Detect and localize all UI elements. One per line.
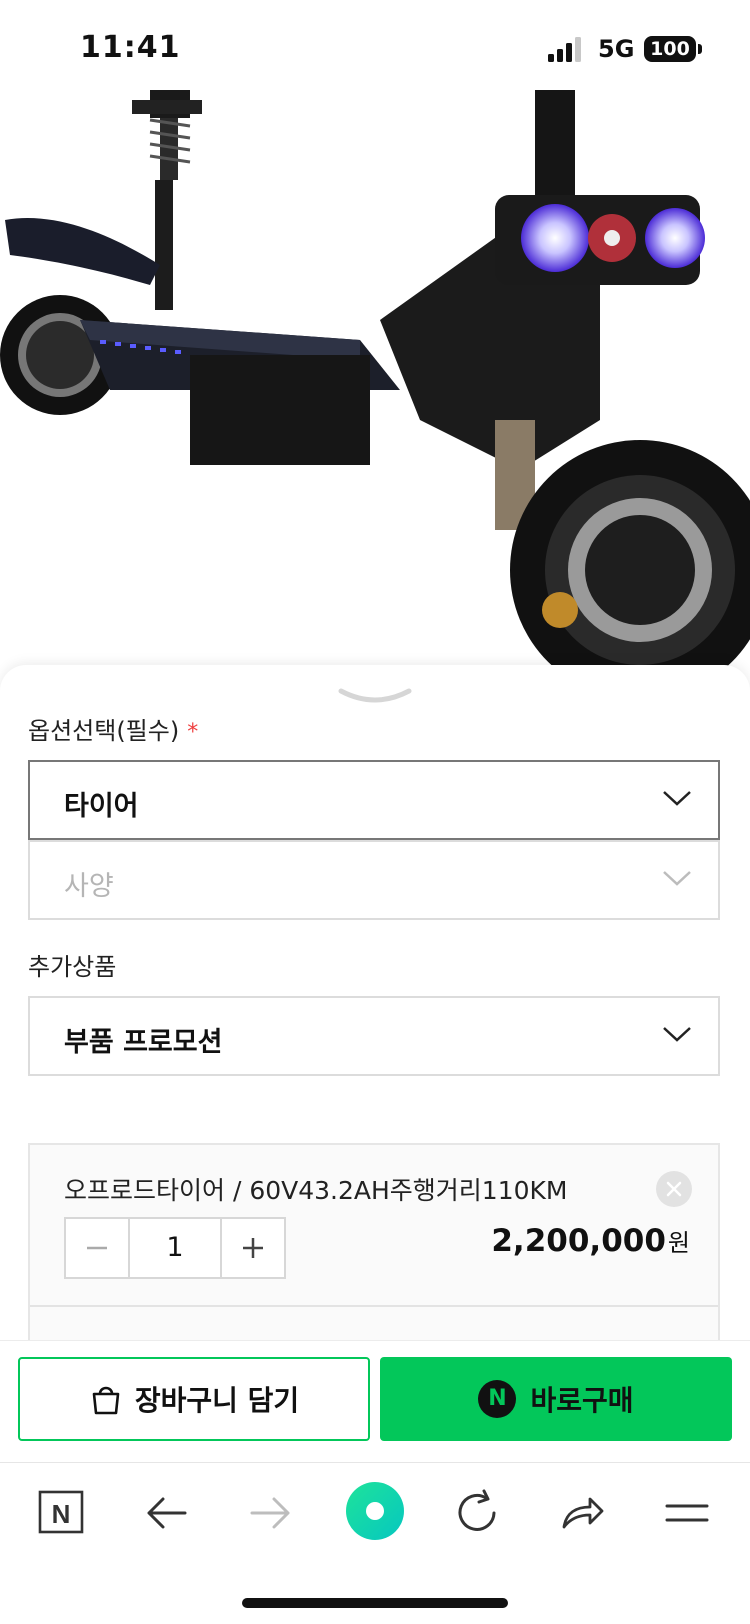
menu-button[interactable] — [657, 1483, 717, 1543]
increase-quantity-button[interactable] — [222, 1219, 284, 1277]
shopping-bag-icon — [92, 1386, 120, 1415]
chevron-down-icon — [663, 871, 691, 886]
back-button[interactable] — [137, 1483, 197, 1543]
battery-icon: 100 — [644, 36, 696, 62]
item-price-currency: 원 — [667, 1229, 690, 1257]
naver-home-button[interactable]: N — [32, 1483, 92, 1543]
naver-home-icon: N — [38, 1490, 84, 1534]
minus-icon — [87, 1246, 107, 1250]
option-select-tire-value: 타이어 — [64, 791, 139, 822]
home-indicator[interactable] — [242, 1598, 508, 1608]
battery-level: 100 — [650, 38, 690, 60]
option-select-tire[interactable]: 타이어 — [28, 760, 720, 840]
network-type: 5G — [598, 35, 635, 63]
refresh-button[interactable] — [448, 1483, 508, 1543]
decrease-quantity-button[interactable] — [66, 1219, 128, 1277]
plus-icon — [243, 1238, 263, 1258]
arrow-right-icon — [250, 1497, 290, 1529]
naver-home-badge: N — [52, 1499, 71, 1529]
chevron-down-icon — [663, 791, 691, 806]
green-dot-icon — [346, 1482, 404, 1540]
option-label-row: 옵션선택(필수) * — [28, 711, 198, 746]
browser-toolbar: N — [0, 1462, 750, 1624]
option-select-spec[interactable]: 사양 — [28, 840, 720, 920]
addon-label: 추가상품 — [28, 953, 117, 981]
refresh-icon — [458, 1489, 496, 1531]
item-divider — [30, 1305, 718, 1307]
option-label: 옵션선택(필수) — [28, 717, 180, 745]
green-dot-button[interactable] — [343, 1479, 407, 1543]
option-sheet: 옵션선택(필수) * 타이어 사양 추가상품 부품 프로모션 오프로드타이어 / … — [0, 665, 750, 1363]
buy-now-label: 바로구매 — [530, 1384, 634, 1417]
purchase-action-bar: 장바구니 담기 N 바로구매 — [0, 1340, 750, 1463]
chevron-down-icon — [663, 1027, 691, 1042]
buy-now-button[interactable]: N 바로구매 — [380, 1357, 732, 1441]
add-to-cart-button[interactable]: 장바구니 담기 — [18, 1357, 370, 1441]
status-time: 11:41 — [80, 30, 181, 65]
signal-icon — [548, 37, 581, 62]
selected-item-card: 오프로드타이어 / 60V43.2AH주행거리110KM 1 2,200,000… — [28, 1143, 720, 1363]
arrow-left-icon — [147, 1497, 187, 1529]
item-price: 2,200,000원 — [491, 1223, 690, 1259]
quantity-value[interactable]: 1 — [128, 1219, 222, 1277]
addon-select[interactable]: 부품 프로모션 — [28, 996, 720, 1076]
item-price-value: 2,200,000 — [491, 1223, 666, 1259]
product-image[interactable] — [0, 90, 750, 690]
close-icon — [666, 1181, 682, 1197]
status-bar: 11:41 5G 100 — [0, 0, 750, 90]
addon-select-value: 부품 프로모션 — [64, 1027, 223, 1058]
add-to-cart-label: 장바구니 담기 — [134, 1384, 300, 1417]
forward-button[interactable] — [240, 1483, 300, 1543]
option-select-spec-placeholder: 사양 — [64, 871, 114, 902]
quantity-stepper: 1 — [64, 1217, 286, 1279]
selected-item-title: 오프로드타이어 / 60V43.2AH주행거리110KM — [64, 1176, 568, 1205]
remove-item-button[interactable] — [656, 1171, 692, 1207]
scooter-illustration — [0, 90, 750, 690]
menu-icon — [665, 1504, 709, 1522]
required-mark: * — [187, 720, 199, 745]
collapse-handle-icon[interactable] — [335, 687, 415, 707]
share-arrow-icon — [562, 1497, 604, 1529]
naver-pay-icon: N — [478, 1380, 517, 1418]
battery-tip — [698, 44, 702, 54]
share-button[interactable] — [552, 1483, 612, 1543]
